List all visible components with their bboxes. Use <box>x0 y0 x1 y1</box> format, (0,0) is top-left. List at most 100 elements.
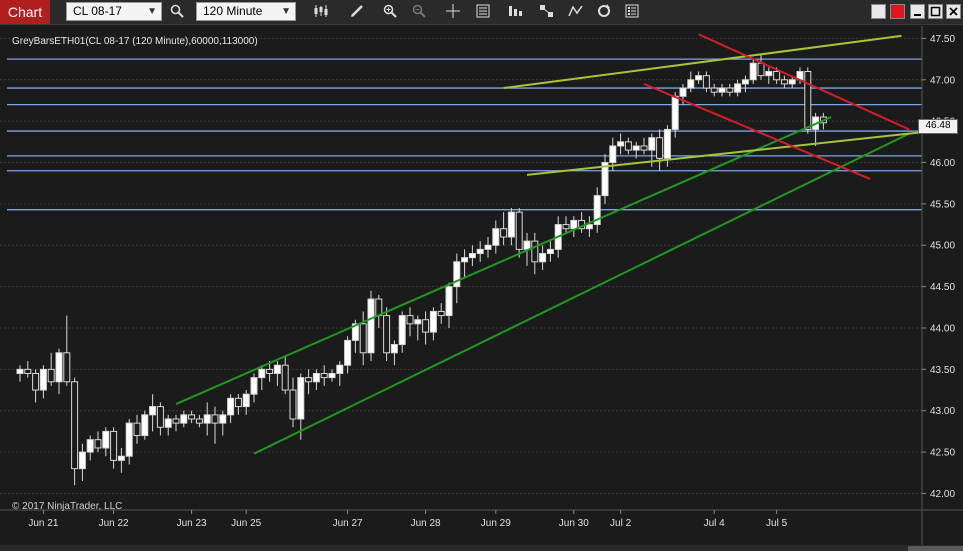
candle-body <box>656 137 664 159</box>
candle-body <box>312 372 320 383</box>
candle-body <box>445 286 453 317</box>
candle-body <box>640 145 648 151</box>
interval-selector[interactable]: 120 Minute ▼ <box>196 2 296 21</box>
candle-body <box>484 244 492 250</box>
candle-body <box>679 87 687 97</box>
horizontal-scrollbar[interactable] <box>0 545 963 551</box>
candle-body <box>211 414 219 424</box>
candle-body <box>702 75 710 89</box>
drawing-tools-icon[interactable] <box>566 2 586 22</box>
candle-body <box>86 439 94 453</box>
x-tick-label: Jun 27 <box>333 518 363 529</box>
candle-body <box>180 414 188 424</box>
y-tick-label: 42.50 <box>930 448 955 459</box>
candle-body <box>539 253 547 263</box>
candle-body <box>383 315 391 354</box>
candle-body <box>273 364 281 374</box>
candle-body <box>320 372 328 379</box>
crosshair-icon[interactable] <box>443 2 463 22</box>
candle-body <box>32 372 40 391</box>
candle-body <box>695 75 703 81</box>
candle-body <box>562 224 570 230</box>
y-tick-label: 45.00 <box>930 241 955 252</box>
candle-body <box>804 71 812 130</box>
candle-body <box>624 141 632 151</box>
candle-body <box>648 137 656 151</box>
candle-body <box>780 79 788 85</box>
price-chart[interactable]: 42.00 42.50 43.00 43.50 44.00 44.50 45.00 45.50… <box>0 26 963 545</box>
candle-body <box>110 430 118 461</box>
candle-body <box>188 414 196 420</box>
candle-body <box>765 71 773 77</box>
candle-body <box>461 257 469 263</box>
candle-body <box>344 339 352 366</box>
zoom-out-icon[interactable] <box>409 2 429 22</box>
candle-body <box>149 406 157 416</box>
x-tick-label: Jul 2 <box>610 518 632 529</box>
y-tick-label: 44.50 <box>930 282 955 293</box>
y-tick-label: 46.00 <box>930 158 955 169</box>
candle-body <box>406 315 414 325</box>
x-tick-label: Jul 5 <box>766 518 788 529</box>
candle-body <box>773 71 781 81</box>
pencil-icon[interactable] <box>347 2 367 22</box>
link-color-button[interactable] <box>871 4 886 19</box>
candle-body <box>367 298 375 354</box>
x-tick-label: Jun 23 <box>177 518 207 529</box>
link-group-button[interactable] <box>890 4 905 19</box>
minimize-button[interactable] <box>910 4 925 19</box>
candle-body <box>476 248 484 255</box>
candle-body <box>468 253 476 259</box>
candle-body <box>710 87 718 93</box>
candle-body <box>94 439 102 449</box>
candle-body <box>734 83 742 93</box>
chart-background <box>0 26 963 545</box>
x-tick-label: Jun 21 <box>28 518 58 529</box>
x-tick-label: Jul 4 <box>704 518 726 529</box>
candle-body <box>63 352 71 383</box>
candle-body <box>726 87 734 93</box>
chevron-down-icon: ▼ <box>147 6 157 17</box>
candle-body <box>39 368 47 391</box>
maximize-button[interactable] <box>928 4 943 19</box>
candle-body <box>617 141 625 147</box>
candle-body <box>47 368 55 383</box>
candle-body <box>757 62 765 77</box>
candle-body <box>164 418 172 428</box>
indicators-icon[interactable] <box>506 2 526 22</box>
candle-body <box>531 240 539 263</box>
chevron-down-icon: ▼ <box>281 6 291 17</box>
x-tick-label: Jun 28 <box>411 518 441 529</box>
instrument-selector[interactable]: CL 08-17 ▼ <box>66 2 162 21</box>
zoom-in-icon[interactable] <box>380 2 400 22</box>
strategies-icon[interactable] <box>537 2 557 22</box>
instrument-value: CL 08-17 <box>73 4 122 18</box>
candle-body <box>102 430 110 449</box>
x-tick-label: Jun 25 <box>231 518 261 529</box>
candle-body <box>375 298 383 317</box>
y-tick-label: 47.00 <box>930 75 955 86</box>
candle-body <box>500 228 508 238</box>
close-button[interactable] <box>946 4 961 19</box>
candle-body <box>585 224 593 230</box>
x-tick-label: Jun 30 <box>559 518 589 529</box>
candle-body <box>414 319 422 325</box>
chart-tab[interactable]: Chart <box>0 0 50 24</box>
refresh-icon[interactable] <box>594 2 614 22</box>
interval-value: 120 Minute <box>203 4 263 18</box>
candle-body <box>492 228 500 246</box>
data-box-icon[interactable] <box>473 2 493 22</box>
y-tick-label: 47.50 <box>930 34 955 45</box>
y-tick-label: 43.00 <box>930 406 955 417</box>
candle-body <box>515 211 523 250</box>
bar-type-icon[interactable] <box>311 2 331 22</box>
candle-body <box>663 128 671 159</box>
candle-body <box>141 414 149 437</box>
search-icon[interactable] <box>167 2 187 22</box>
chart-toolbar: Chart CL 08-17 ▼ 120 Minute ▼ <box>0 0 963 25</box>
candle-body <box>24 368 32 374</box>
candle-body <box>172 418 180 424</box>
scrollbar-thumb[interactable] <box>908 546 963 551</box>
properties-icon[interactable] <box>622 2 642 22</box>
y-tick-label: 42.00 <box>930 489 955 500</box>
